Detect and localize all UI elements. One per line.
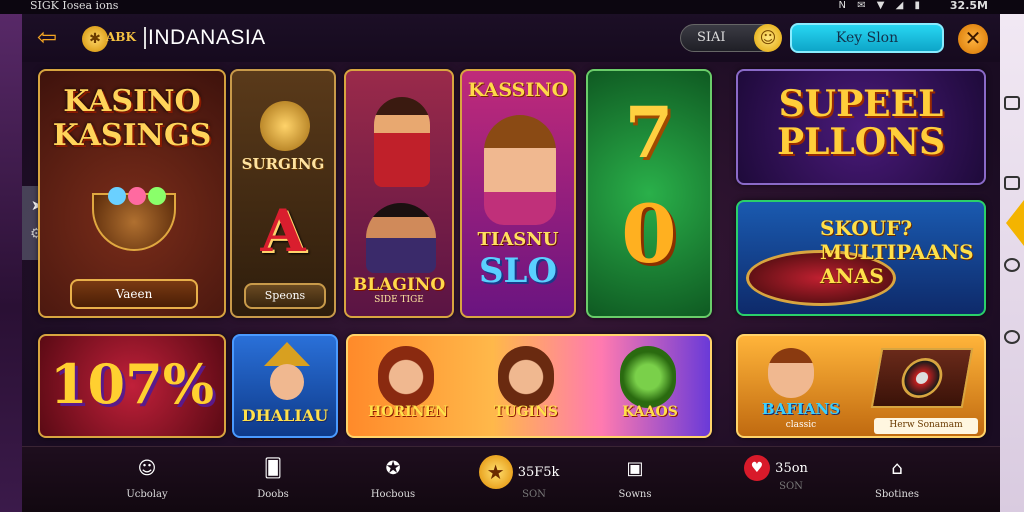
zero-symbol: 0 [621, 187, 677, 281]
banner-label-left: HORINEN [368, 404, 448, 420]
letter-a-symbol: A [260, 197, 306, 265]
game-title: SKOUF? MULTIPAANS ANAS [820, 216, 974, 288]
game-title: SUPEEL PLLONS [738, 85, 984, 161]
banner-label-right: KAAOS [622, 404, 678, 420]
game-title-line1: SUPEEL [778, 83, 944, 125]
top-bar: ⇦ ✱ ABK INDANASIA SIAI ☺ Key Slon ✕ [22, 14, 1000, 62]
game-title: SURGING [241, 155, 325, 173]
roulette-table-icon [870, 348, 974, 408]
side-button-icon[interactable] [1004, 176, 1020, 190]
brand-title: INDANASIA [148, 26, 266, 49]
character-portrait [378, 346, 434, 408]
game-title: 107% [49, 352, 215, 416]
character-portrait [768, 348, 814, 398]
game-title-line2: KASINGS [52, 118, 212, 153]
logo-abbrev: ABK [106, 30, 136, 44]
star-coin-icon: ★ [478, 455, 513, 489]
nav-label: SON [522, 489, 546, 500]
character-portrait [620, 346, 676, 408]
close-icon[interactable]: ✕ [958, 24, 988, 54]
game-tile-blagino[interactable]: BLAGINO SIDE TIGE [344, 69, 454, 318]
cards-icon: 🂠 [263, 458, 283, 479]
logo-divider [144, 27, 146, 49]
left-background-strip [0, 0, 22, 512]
nav-item-sowns[interactable]: ▣ Sowns [590, 455, 680, 509]
game-title-line3: SLO [478, 251, 558, 291]
shop-icon: ⌂ [891, 458, 903, 479]
game-tile-percent[interactable]: 107% [38, 334, 226, 438]
heart-icon: ♥ [744, 455, 771, 481]
side-button-icon[interactable] [1004, 258, 1020, 272]
dancer-figure [374, 97, 430, 187]
gift-box-icon: ▣ [626, 458, 644, 479]
sign-in-button[interactable]: Key Slon [790, 23, 944, 53]
app-screen: ⇦ ✱ ABK INDANASIA SIAI ☺ Key Slon ✕ ➤ ⚙ … [22, 14, 1000, 512]
balance-label: SIAI [697, 30, 726, 45]
back-arrow-icon[interactable]: ⇦ [34, 25, 60, 52]
star-badge-icon: ✪ [385, 458, 401, 479]
nav-value: 35F5k [517, 464, 560, 480]
side-button-icon[interactable] [1004, 330, 1020, 344]
nav-item-ucbolay[interactable]: ☺ Ucbolay [102, 455, 192, 509]
game-tile-dhalian[interactable]: DHALIAU [232, 334, 338, 438]
game-title: BAFIANS [761, 400, 841, 418]
status-time: 32.5M [949, 0, 988, 12]
seven-symbol: 7 [624, 91, 674, 174]
game-title: KASINO KASINGS [40, 85, 224, 153]
game-subtitle: SIDE TIGE [374, 295, 424, 305]
character-portrait [484, 115, 556, 225]
nav-label: Hocbous [370, 489, 416, 500]
game-title: BLAGINO [352, 275, 446, 295]
status-icons: N ✉ ▼ ◢ ▮ [838, 0, 924, 11]
character-head [270, 364, 304, 400]
game-tile-bafians[interactable]: BAFIANS classic Herw Sonamam [736, 334, 986, 438]
treasure-bowl-icon [92, 187, 176, 251]
coin-icon[interactable]: ☺ [754, 24, 782, 52]
nav-value: 35on [775, 460, 808, 476]
hat-icon [264, 342, 310, 366]
game-tile-multipaans[interactable]: SKOUF? MULTIPAANS ANAS [736, 200, 986, 316]
nav-item-coins[interactable]: ★ 35F5k SON [464, 455, 574, 509]
nav-label: Doobs [257, 489, 289, 500]
nav-item-sbotines[interactable]: ⌂ Sbotines [852, 455, 942, 509]
banner-label-mid: TUGINS [493, 404, 559, 420]
lion-icon [260, 101, 310, 151]
nav-label: Sowns [618, 489, 652, 500]
game-title-line2: TIASNU [477, 229, 559, 250]
status-bar: SIGK Iosea ions N ✉ ▼ ◢ ▮ 32.5M [0, 0, 1024, 14]
bottom-navigation: ☺ Ucbolay 🂠 Doobs ✪ Hocbous ★ 35F5k SON … [22, 446, 1000, 512]
game-title: KASSINO [467, 79, 569, 101]
status-left-text: SIGK Iosea ions [30, 0, 119, 12]
nav-item-doobs[interactable]: 🂠 Doobs [228, 455, 318, 509]
game-title: DHALIAU [241, 406, 329, 425]
game-tile-surging[interactable]: SURGING A Speons [230, 69, 336, 318]
nav-label: Sbotines [875, 489, 919, 500]
play-button[interactable]: Herw Sonamam [874, 418, 978, 434]
nav-item-hocbous[interactable]: ✪ Hocbous [348, 455, 438, 509]
game-title-line1: KASINO [63, 84, 201, 119]
game-tile-trio-banner[interactable]: HORINEN TUGINS KAAOS [346, 334, 712, 438]
game-tile-kasino-kasings[interactable]: KASINO KASINGS Vaeen [38, 69, 226, 318]
side-button-icon[interactable] [1004, 96, 1020, 110]
play-button[interactable]: Speons [244, 283, 326, 309]
play-button[interactable]: Vaeen [70, 279, 198, 309]
game-tile-super-pllons[interactable]: SUPEEL PLLONS [736, 69, 986, 185]
nav-label: SON [779, 481, 803, 492]
nav-item-hearts[interactable]: ♥ 35on SON [726, 455, 826, 509]
game-subtitle: classic [785, 420, 817, 430]
user-icon: ☺ [137, 458, 157, 479]
game-tile-kassino-slo[interactable]: KASSINO TIASNU SLO [460, 69, 576, 318]
character-portrait [498, 346, 554, 408]
game-tile-sevens[interactable]: 7 0 [586, 69, 712, 318]
game-title-line2: PLLONS [777, 121, 945, 163]
player-figure [366, 203, 436, 273]
side-tab-arrow-icon[interactable] [1006, 200, 1024, 246]
right-device-bar [1000, 0, 1024, 512]
logo-icon: ✱ [82, 26, 108, 52]
nav-label: Ucbolay [126, 489, 168, 500]
